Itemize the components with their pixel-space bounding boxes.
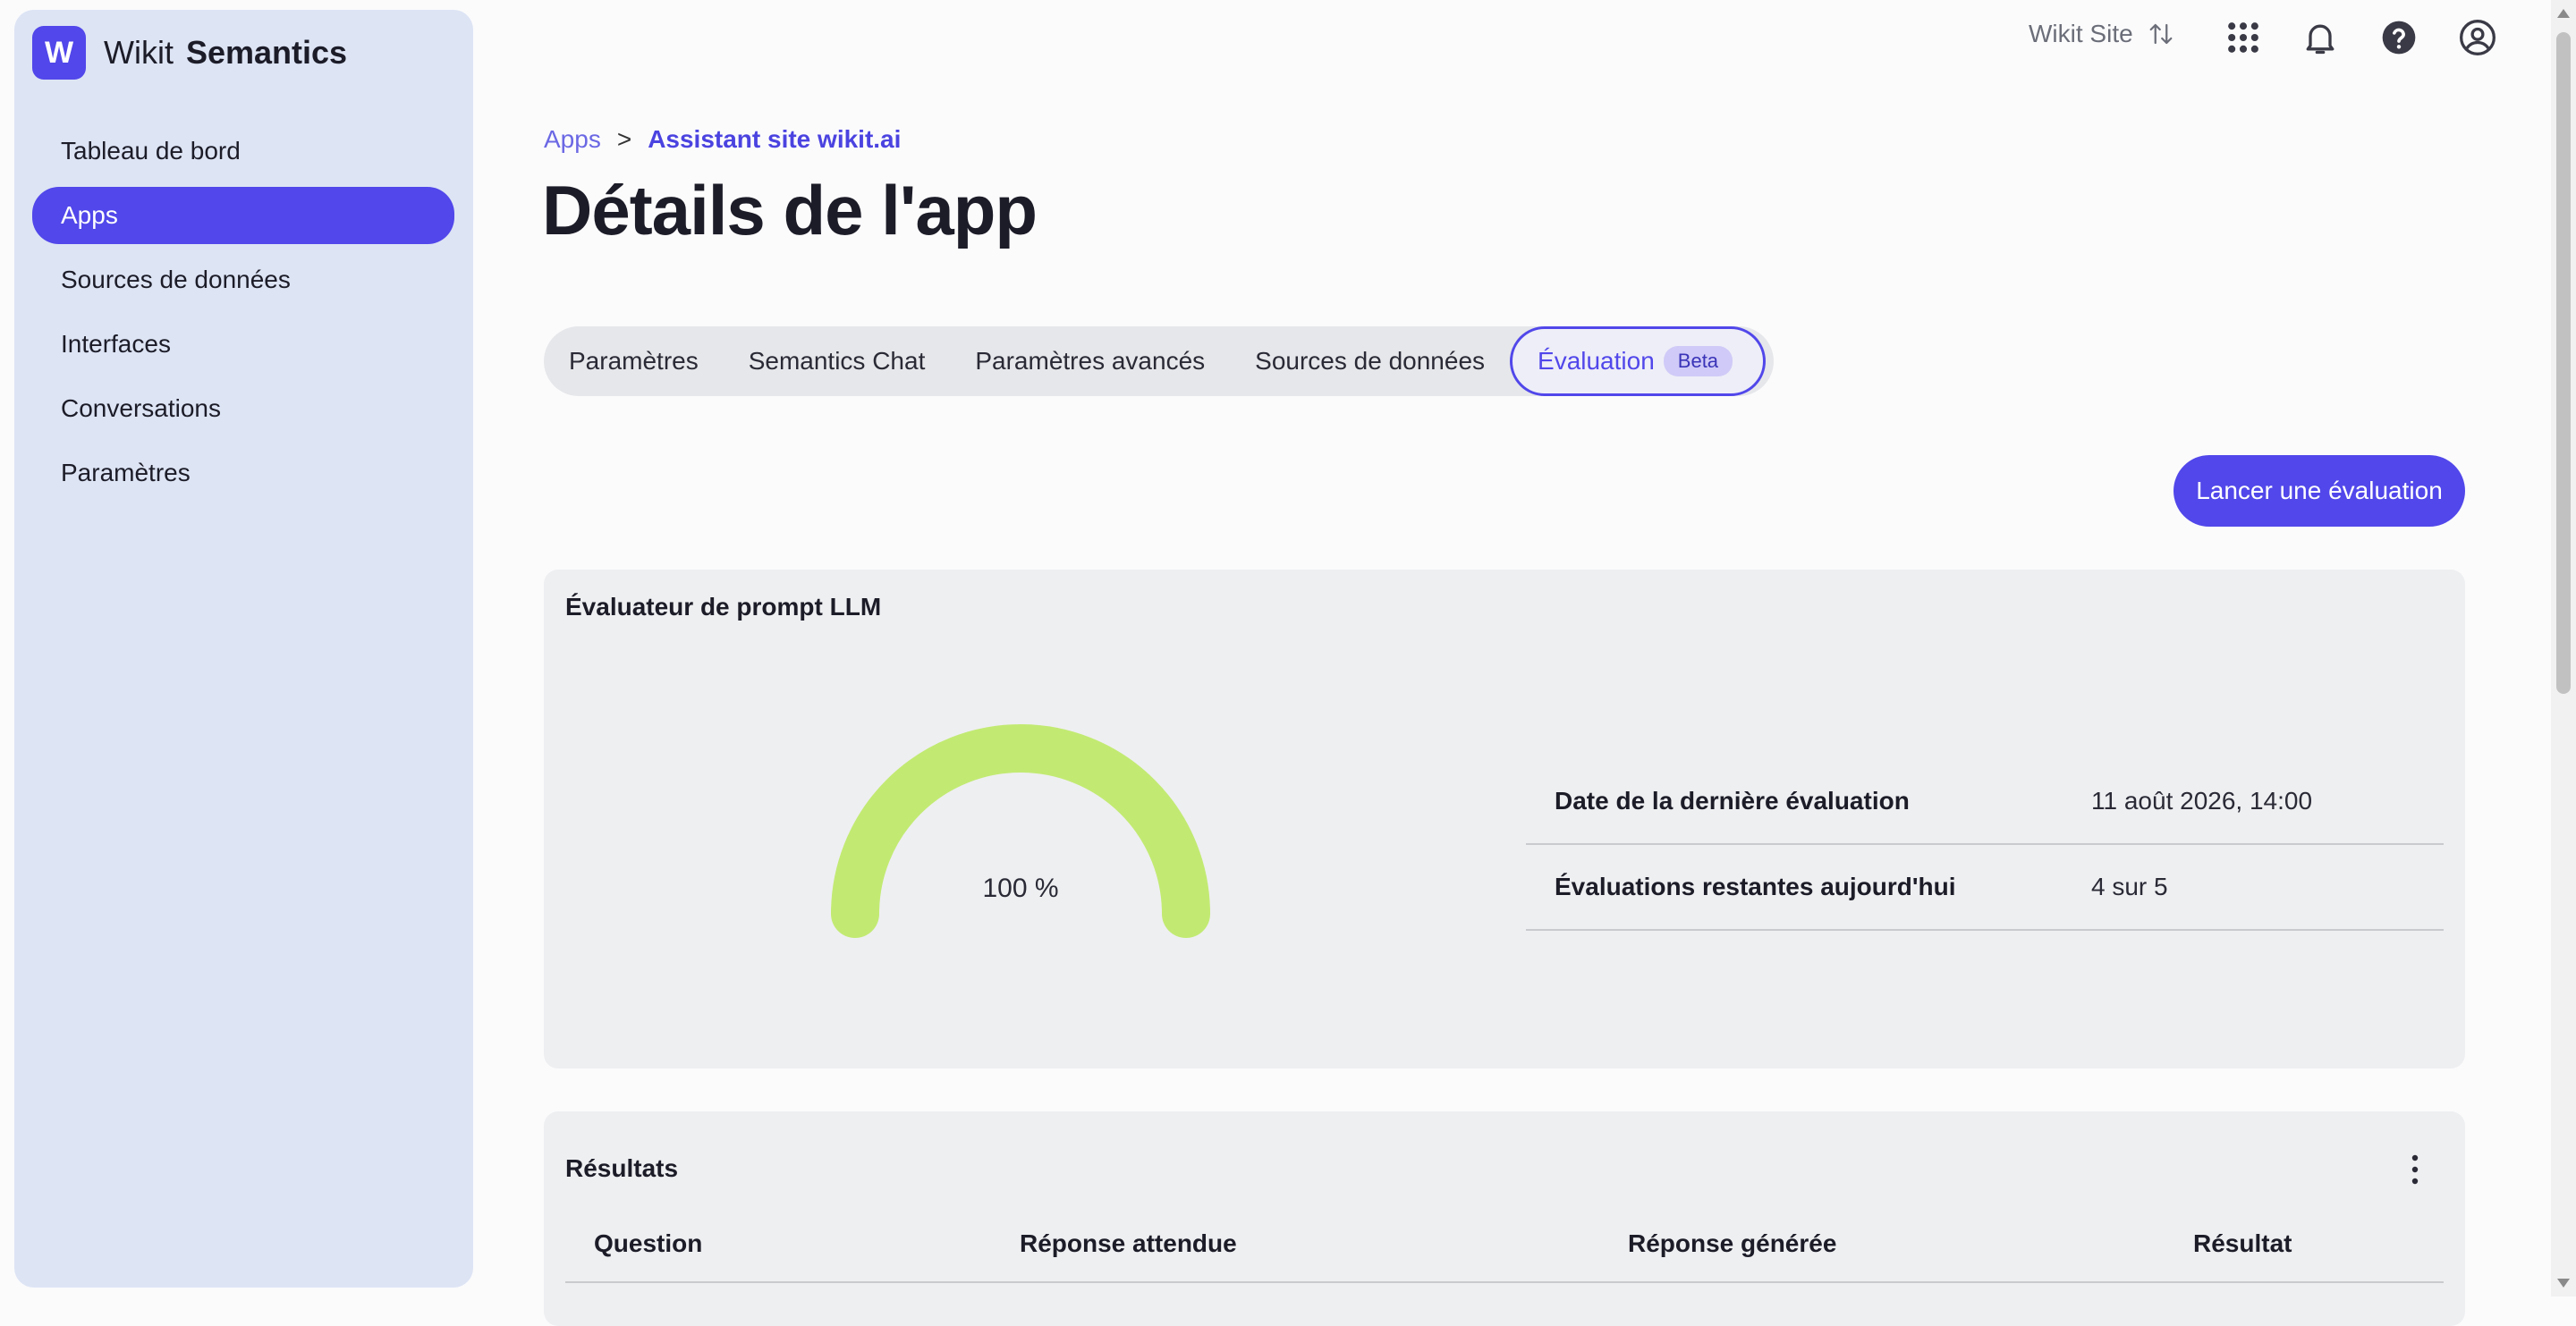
- swap-vertical-icon: [2149, 23, 2173, 45]
- page-title: Détails de l'app: [542, 171, 1038, 249]
- sidebar-item-apps[interactable]: Apps: [32, 187, 454, 244]
- tab-bar: Paramètres Semantics Chat Paramètres ava…: [544, 326, 1774, 396]
- sidebar-item-conversations[interactable]: Conversations: [32, 380, 454, 437]
- results-title: Résultats: [565, 1154, 679, 1182]
- info-row: Évaluations restantes aujourd'hui 4 sur …: [1526, 845, 2444, 931]
- brand-name: Wikit Semantics: [104, 33, 347, 72]
- sidebar-item-parametres[interactable]: Paramètres: [32, 444, 454, 502]
- scroll-down-arrow[interactable]: [2557, 1279, 2570, 1288]
- help-icon[interactable]: [2379, 18, 2419, 57]
- results-table-header: Question Réponse attendue Réponse généré…: [565, 1217, 2444, 1283]
- scroll-thumb[interactable]: [2556, 32, 2571, 694]
- logo-letter: W: [44, 35, 74, 70]
- remaining-evaluations-value: 4 sur 5: [2091, 873, 2168, 900]
- info-row: Date de la dernière évaluation 11 août 2…: [1526, 759, 2444, 845]
- column-question[interactable]: Question: [594, 1217, 702, 1271]
- evaluator-title: Évaluateur de prompt LLM: [565, 593, 882, 621]
- sidebar-nav: Tableau de bord Apps Sources de données …: [32, 122, 454, 509]
- apps-grid-icon[interactable]: [2224, 18, 2263, 57]
- column-generated-answer[interactable]: Réponse générée: [1628, 1217, 1836, 1271]
- remaining-evaluations-label: Évaluations restantes aujourd'hui: [1555, 873, 1956, 900]
- sidebar-item-tableau-de-bord[interactable]: Tableau de bord: [32, 122, 454, 180]
- user-icon[interactable]: [2458, 18, 2497, 57]
- more-options-icon[interactable]: [2410, 1154, 2420, 1185]
- wikit-logo[interactable]: W: [32, 26, 86, 80]
- bell-icon[interactable]: [2301, 18, 2340, 57]
- site-switcher[interactable]: Wikit Site: [2029, 20, 2174, 48]
- evaluator-card: Évaluateur de prompt LLM 100 % Date de l…: [544, 570, 2465, 1068]
- evaluation-info-table: Date de la dernière évaluation 11 août 2…: [1526, 759, 2444, 931]
- tab-semantics-chat[interactable]: Semantics Chat: [724, 326, 951, 396]
- tab-sources-de-donnees[interactable]: Sources de données: [1230, 326, 1510, 396]
- breadcrumb: Apps > Assistant site wikit.ai: [544, 125, 901, 154]
- brand-wikit: Wikit: [104, 34, 174, 71]
- column-result[interactable]: Résultat: [2193, 1217, 2292, 1271]
- breadcrumb-apps-link[interactable]: Apps: [544, 125, 601, 154]
- tab-parametres-avances[interactable]: Paramètres avancés: [950, 326, 1230, 396]
- results-card: Résultats Question Réponse attendue Répo…: [544, 1111, 2465, 1326]
- site-switcher-label: Wikit Site: [2029, 20, 2133, 47]
- launch-evaluation-button[interactable]: Lancer une évaluation: [2174, 455, 2465, 527]
- sidebar-item-interfaces[interactable]: Interfaces: [32, 316, 454, 373]
- score-label: 100 %: [982, 874, 1059, 903]
- sidebar-item-sources-de-donnees[interactable]: Sources de données: [32, 251, 454, 308]
- tab-evaluation-label: Évaluation: [1538, 347, 1655, 375]
- last-evaluation-date-value: 11 août 2026, 14:00: [2091, 787, 2313, 815]
- last-evaluation-date-label: Date de la dernière évaluation: [1555, 787, 1910, 815]
- breadcrumb-separator: >: [616, 125, 632, 153]
- brand-semantics: Semantics: [185, 34, 348, 71]
- beta-badge: Beta: [1663, 346, 1733, 376]
- sidebar: W Wikit Semantics Tableau de bord Apps So…: [14, 10, 473, 1288]
- scroll-up-arrow[interactable]: [2557, 9, 2570, 18]
- page-scrollbar[interactable]: [2551, 0, 2576, 1296]
- tab-parametres[interactable]: Paramètres: [544, 326, 724, 396]
- tab-evaluation[interactable]: Évaluation Beta: [1510, 326, 1767, 396]
- score-gauge: [831, 724, 1210, 938]
- breadcrumb-current: Assistant site wikit.ai: [648, 125, 902, 153]
- column-expected-answer[interactable]: Réponse attendue: [1020, 1217, 1237, 1271]
